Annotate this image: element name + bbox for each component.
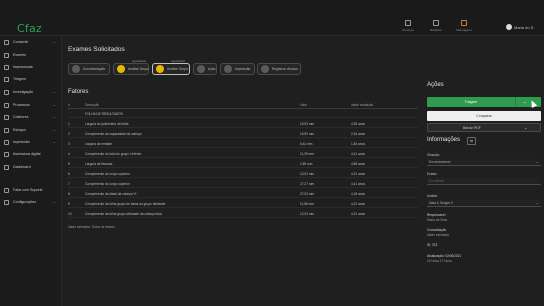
- app-logo[interactable]: Cfaz: [17, 22, 42, 35]
- download-pdf-button[interactable]: Baixar PDF ⌄: [427, 123, 541, 132]
- dashboard-icon: [4, 164, 9, 170]
- step-status-icon: [224, 65, 232, 73]
- responsavel-value: Maria da Silva: [427, 218, 448, 222]
- signature-icon: [4, 151, 9, 157]
- chevron-down-icon: ⌄: [535, 200, 539, 205]
- step-analise-grupo-1[interactable]: Aguardando Análise Grupo: [113, 60, 149, 75]
- table-row[interactable]: 3 Largura da metade 6,61 mm 1,84 anos: [68, 140, 418, 148]
- chevron-down-icon: ⌄: [535, 159, 539, 164]
- step-status-icon: [197, 65, 205, 73]
- print-icon: [4, 139, 9, 145]
- situacao-label: Situação: [427, 153, 440, 157]
- chevron-down-icon[interactable]: ⌄: [523, 99, 526, 104]
- consolidacao-value: Idade estimada: [427, 233, 449, 237]
- actions-title: Ações: [427, 82, 444, 88]
- step-impressao[interactable]: Impressão: [220, 63, 255, 75]
- search-icon: [4, 89, 9, 95]
- chevron-down-icon: ⌄: [524, 125, 528, 130]
- table-row[interactable]: FOLHA DE RESULTADOS: [68, 110, 418, 118]
- chevron-down-icon: ⌄: [52, 39, 56, 44]
- analise-select[interactable]: Maia & Sanger II ⌄: [427, 200, 541, 207]
- step-status-icon: [156, 65, 164, 73]
- table-header: # Descrição Valor Idade avaliação: [68, 101, 418, 109]
- chevron-down-icon: ⌄: [52, 199, 56, 204]
- support-icon: [4, 187, 9, 193]
- exam-icon: [4, 52, 9, 58]
- report-button[interactable]: Relatório: [425, 20, 447, 32]
- footer-note: Idade estimada: Todos os fatores: [68, 225, 115, 229]
- triage-button[interactable]: Triagem ⌄: [427, 97, 541, 107]
- estado-select[interactable]: Em aberto: [427, 178, 541, 185]
- step-registros[interactable]: Registros clínicos: [257, 63, 301, 75]
- user-name: Maria do S.: [514, 24, 535, 30]
- info-title: Informações: [427, 137, 461, 143]
- user-menu[interactable]: Maria do S.: [506, 24, 534, 30]
- table-row[interactable]: 1 Largura do quilômetro da folha 15,93 m…: [68, 120, 418, 128]
- table-row[interactable]: 8 Comprimento da distal da cabeça VI 27,…: [68, 190, 418, 198]
- sidebar-item-estoque[interactable]: Estoque ⌄: [4, 126, 60, 134]
- estado-label: Estado: [427, 172, 437, 176]
- step-status-icon: [117, 65, 125, 73]
- avatar: [506, 24, 512, 30]
- step-documentacao[interactable]: Documentação: [68, 63, 110, 75]
- chevron-down-icon: ⌄: [52, 139, 56, 144]
- grid-icon: [405, 20, 411, 26]
- compare-button[interactable]: Comparar: [427, 111, 541, 121]
- services-button[interactable]: Serviços: [397, 20, 419, 32]
- table-row[interactable]: 7 Comprimento do corpo superior 27,27 mm…: [68, 180, 418, 188]
- table-row[interactable]: 4 Comprimento do total do grupo I inferi…: [68, 150, 418, 158]
- printer-icon: [4, 64, 9, 70]
- atualizacao-value: 15 Nova 17 Nova: [427, 259, 452, 263]
- factors-title: Fatores: [68, 89, 89, 95]
- table-row[interactable]: 6 Comprimento do corpo superior 13,02 mm…: [68, 170, 418, 178]
- sidebar-item-triagem[interactable]: Triagem: [4, 75, 60, 83]
- step-status-icon: [261, 65, 269, 73]
- triage-icon: [4, 76, 9, 82]
- top-bar: Cfaz Serviços Relatório Mensagens Maria …: [0, 0, 544, 36]
- workflow-steps: Documentação Aguardando Análise Grupo Agu…: [68, 60, 368, 78]
- sidebar-item-exames[interactable]: Exames: [4, 51, 60, 59]
- chevron-down-icon: ⌄: [52, 89, 56, 94]
- step-acao[interactable]: Ação: [193, 63, 217, 75]
- sidebar-item-assinatura[interactable]: Assinatura digital: [4, 150, 60, 158]
- chevron-down-icon: ⌄: [52, 114, 56, 119]
- messages-button[interactable]: Mensagens: [453, 20, 475, 32]
- table-row[interactable]: 2 Comprimento da capacidade da cabeça 16…: [68, 130, 418, 138]
- responsavel-label: Responsável: [427, 213, 446, 217]
- report-icon: [433, 20, 439, 26]
- step-analise-grupo-2[interactable]: Aguardando Análise Grupo: [152, 60, 190, 75]
- table-row[interactable]: 9 Comprimento da folha grupo de baixa do…: [68, 200, 418, 208]
- sidebar-item-consentir[interactable]: Consentir ⌄: [4, 38, 60, 46]
- sidebar: Consentir ⌄ Exames Impressoras Triagem In…: [0, 36, 62, 306]
- swap-icon[interactable]: ⇆: [467, 137, 476, 145]
- message-icon: [461, 20, 467, 26]
- id-label: ID: 373: [427, 243, 438, 247]
- sidebar-item-dashboard[interactable]: Dashboard: [4, 163, 60, 171]
- process-icon: [4, 102, 9, 108]
- step-status-icon: [72, 65, 80, 73]
- box-icon: [4, 127, 9, 133]
- sidebar-item-impressao[interactable]: Impressão ⌄: [4, 138, 60, 146]
- table-row[interactable]: 5 Largura da fissuras 1,89 mm 4,89 anos: [68, 160, 418, 168]
- sidebar-item-suporte[interactable]: Falar com Suporte: [4, 186, 60, 194]
- collector-icon: [4, 114, 9, 120]
- consent-icon: [4, 39, 9, 45]
- table-row[interactable]: 10 Comprimento da folha grupo atividade …: [68, 210, 418, 218]
- sidebar-item-configuracoes[interactable]: Configurações ⌄: [4, 198, 60, 206]
- chevron-down-icon: ⌄: [52, 102, 56, 107]
- sidebar-item-processos[interactable]: Processos ⌄: [4, 101, 60, 109]
- sidebar-item-coletores[interactable]: Coletores ⌄: [4, 113, 60, 121]
- chevron-down-icon: ⌄: [52, 127, 56, 132]
- page-title: Exames Solicitados: [68, 46, 125, 53]
- situacao-select[interactable]: Em andamento ⌄: [427, 159, 541, 166]
- analise-label: Análise: [427, 194, 438, 198]
- sidebar-item-impressoras[interactable]: Impressoras: [4, 63, 60, 71]
- gear-icon: [4, 199, 9, 205]
- sidebar-item-investigacao[interactable]: Investigação ⌄: [4, 88, 60, 96]
- atualizacao-label: Atualização: 02/06/2021: [427, 254, 462, 258]
- consolidacao-label: Consolidação: [427, 228, 447, 232]
